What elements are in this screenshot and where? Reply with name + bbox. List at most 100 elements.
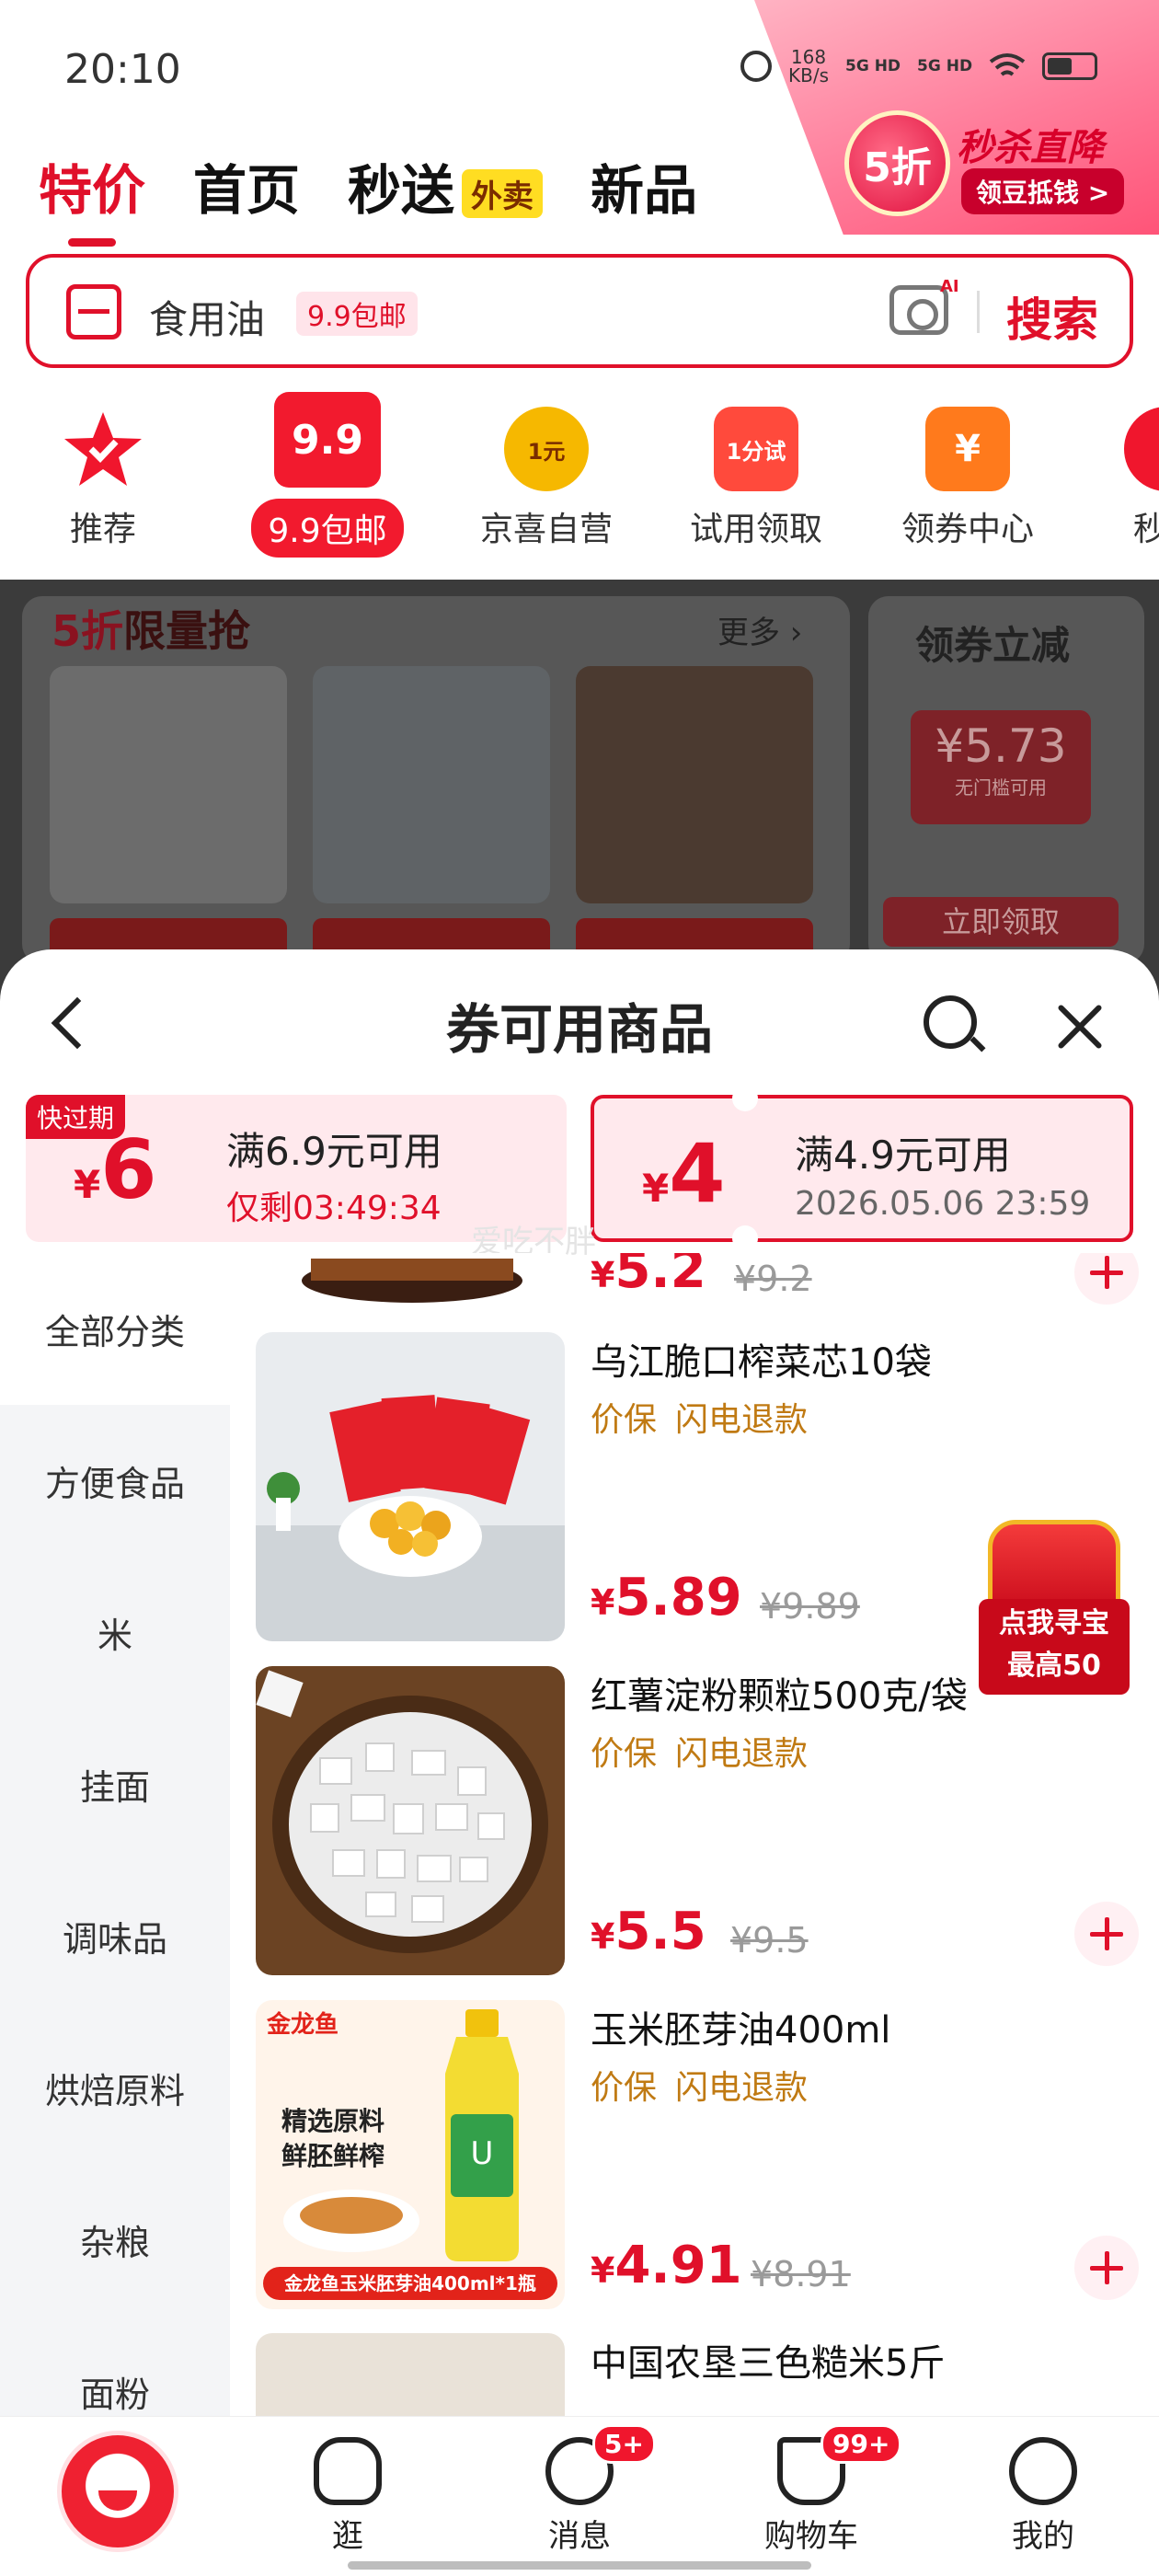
product-price: ¥5.5: [591, 1902, 706, 1961]
promo-discount-badge[interactable]: 5折: [844, 110, 950, 216]
more-icon: [1124, 407, 1159, 491]
product-card[interactable]: 红薯淀粉颗粒500克/袋 价保 闪电退款 ¥5.5 ¥9.5: [256, 1666, 1139, 1988]
sidebar-item-instant-food[interactable]: 方便食品: [0, 1405, 230, 1557]
category-9-9-free-shipping[interactable]: 9.9 9.9包邮: [235, 386, 419, 558]
promo-subtitle-button[interactable]: 领豆抵钱 >: [961, 168, 1125, 214]
product-price: ¥4.91: [591, 2236, 742, 2295]
tab-instant-delivery-label: 秒送: [348, 159, 455, 222]
coupon-notch: [732, 1225, 758, 1251]
coupon-side-title: 领券立减: [915, 623, 1071, 668]
flash-item-cap-image: [50, 666, 287, 903]
tab-instant-delivery[interactable]: 秒送 外卖: [348, 147, 544, 224]
currency-symbol: ¥: [591, 1255, 615, 1295]
jd-mascot-icon[interactable]: [57, 2431, 178, 2552]
add-to-cart-icon[interactable]: [1074, 1253, 1139, 1305]
category-flash-sale-partial[interactable]: 秒: [1076, 386, 1159, 550]
price-value: 5.2: [614, 1253, 706, 1300]
flash-item-jelly-image: [313, 666, 550, 903]
original-price: ¥9.5: [730, 1920, 809, 1961]
star-icon: [61, 407, 145, 491]
sidebar-item-seasoning[interactable]: 调味品: [0, 1860, 230, 2012]
close-icon[interactable]: [1054, 1001, 1106, 1052]
category-label: 秒: [1133, 511, 1159, 548]
fast-refund-tag: 闪电退款: [675, 2069, 809, 2107]
alarm-icon: [740, 51, 772, 82]
message-badge: 5+: [592, 2424, 656, 2464]
wifi-icon: [989, 53, 1026, 76]
product-list: ¥5.2 ¥9.2 乌江脆口榨菜芯10袋 价保 闪电退款 ¥5.89 ¥9.89…: [230, 1253, 1159, 2576]
search-promo-tag: 9.9包邮: [296, 292, 418, 336]
search-divider: [977, 291, 980, 333]
add-to-cart-icon[interactable]: [1074, 2236, 1139, 2300]
sidebar-item-all[interactable]: 全部分类: [0, 1253, 230, 1405]
product-tags: 价保 闪电退款: [591, 2061, 826, 2109]
search-input[interactable]: 食用油: [149, 289, 265, 345]
price-value: 4.91: [614, 2236, 742, 2295]
cart-badge: 99+: [820, 2424, 902, 2464]
product-name: 红薯淀粉颗粒500克/袋: [591, 1675, 968, 1718]
sim2-signal-icon: 5G HD: [917, 57, 973, 75]
home-indicator[interactable]: [348, 2561, 811, 2570]
search-bar[interactable]: 食用油 9.9包邮 AI 搜索: [26, 254, 1133, 368]
coupon-condition: 满6.9元可用: [226, 1129, 442, 1174]
network-speed-value: 168: [790, 46, 827, 68]
product-image: [256, 1332, 565, 1641]
tab-special-price[interactable]: 特价: [39, 147, 145, 247]
sidebar-item-noodles[interactable]: 挂面: [0, 1708, 230, 1860]
category-label: 9.9包邮: [251, 499, 404, 558]
search-icon[interactable]: [924, 995, 977, 1049]
category-recommend[interactable]: 推荐: [11, 386, 195, 550]
coupon-icon: ¥: [925, 407, 1010, 491]
product-card[interactable]: 金龙鱼 精选原料 鲜胚鲜榨 U 金龙鱼玉米胚芽油400ml*1瓶 玉米胚芽油40…: [256, 2000, 1139, 2322]
tab-label: 购物车: [764, 2518, 858, 2555]
original-price: ¥9.89: [760, 1586, 860, 1627]
tab-home[interactable]: 首页: [193, 147, 300, 224]
treasure-hunt-widget[interactable]: 点我寻宝 最高50: [979, 1520, 1130, 1695]
product-name: 玉米胚芽油400ml: [591, 2009, 891, 2052]
category-label: 领券中心: [901, 511, 1034, 548]
treasure-label-line1: 点我寻宝: [999, 1607, 1109, 1639]
price-tag-icon: 9.9: [274, 392, 381, 488]
category-coupon-center[interactable]: ¥ 领券中心: [876, 386, 1060, 550]
original-price: ¥9.2: [734, 1259, 812, 1299]
tab-messages[interactable]: 5+ 消息: [497, 2417, 662, 2576]
product-card[interactable]: ¥5.2 ¥9.2: [256, 1253, 1139, 1327]
category-sidebar: 全部分类 方便食品 米 挂面 调味品 烘焙原料 杂粮 面粉: [0, 1253, 230, 2576]
camera-search-icon[interactable]: AI: [889, 277, 959, 335]
currency-symbol: ¥: [591, 2250, 615, 2291]
tab-label: 我的: [1012, 2518, 1074, 2555]
category-trial[interactable]: 1分试 试用领取: [664, 386, 848, 550]
coupon-side-amount-box: ¥5.73 无门槛可用: [911, 710, 1091, 824]
tab-stroll[interactable]: 逛: [265, 2417, 430, 2576]
price-value: 5.5: [614, 1902, 706, 1961]
sidebar-item-rice[interactable]: 米: [0, 1557, 230, 1708]
original-price: ¥8.91: [751, 2254, 851, 2294]
tab-profile[interactable]: 我的: [960, 2417, 1126, 2576]
search-button[interactable]: 搜索: [1006, 283, 1098, 350]
sidebar-item-grains[interactable]: 杂粮: [0, 2164, 230, 2316]
category-row: 推荐 9.9 9.9包邮 1元 京喜自营 1分试 试用领取 ¥ 领券中心 秒: [0, 386, 1159, 575]
currency-symbol: ¥: [591, 1582, 615, 1623]
category-label: 试用领取: [689, 511, 822, 548]
category-jingxi-self[interactable]: 1元 京喜自营: [454, 386, 638, 550]
tab-new-products[interactable]: 新品: [591, 147, 697, 224]
tab-label: 逛: [332, 2518, 363, 2555]
coupon-card-selected[interactable]: ¥4 满4.9元可用 2026.05.06 23:59: [591, 1086, 1133, 1251]
product-price: ¥5.2: [591, 1253, 706, 1300]
add-to-cart-icon[interactable]: [1074, 1902, 1139, 1966]
product-name: 乌江脆口榨菜芯10袋: [591, 1341, 932, 1384]
coupon-amount-value: 4: [669, 1126, 726, 1221]
tab-cart[interactable]: 99+ 购物车: [729, 2417, 902, 2576]
product-image: [256, 1666, 565, 1975]
flash-sale-more-link: 更多 ›: [717, 615, 803, 651]
top-nav-tabs: 特价 首页 秒送 外卖 新品: [39, 147, 697, 247]
sidebar-item-baking[interactable]: 烘焙原料: [0, 2012, 230, 2164]
product-tags: 价保 闪电退款: [591, 1393, 826, 1441]
gift-bag-icon: 1分试: [714, 407, 798, 491]
coupon-products-sheet: 券可用商品 快过期 ¥6 满6.9元可用 仅剩03:49:34 ¥4 满4.9元…: [0, 949, 1159, 2576]
scan-icon[interactable]: [66, 284, 121, 339]
product-tags: 价保 闪电退款: [591, 1727, 826, 1775]
promo-title[interactable]: 秒杀直降: [957, 118, 1104, 171]
sim1-signal-icon: 5G HD: [845, 57, 901, 75]
coupon-amount-value: 6: [100, 1122, 157, 1217]
